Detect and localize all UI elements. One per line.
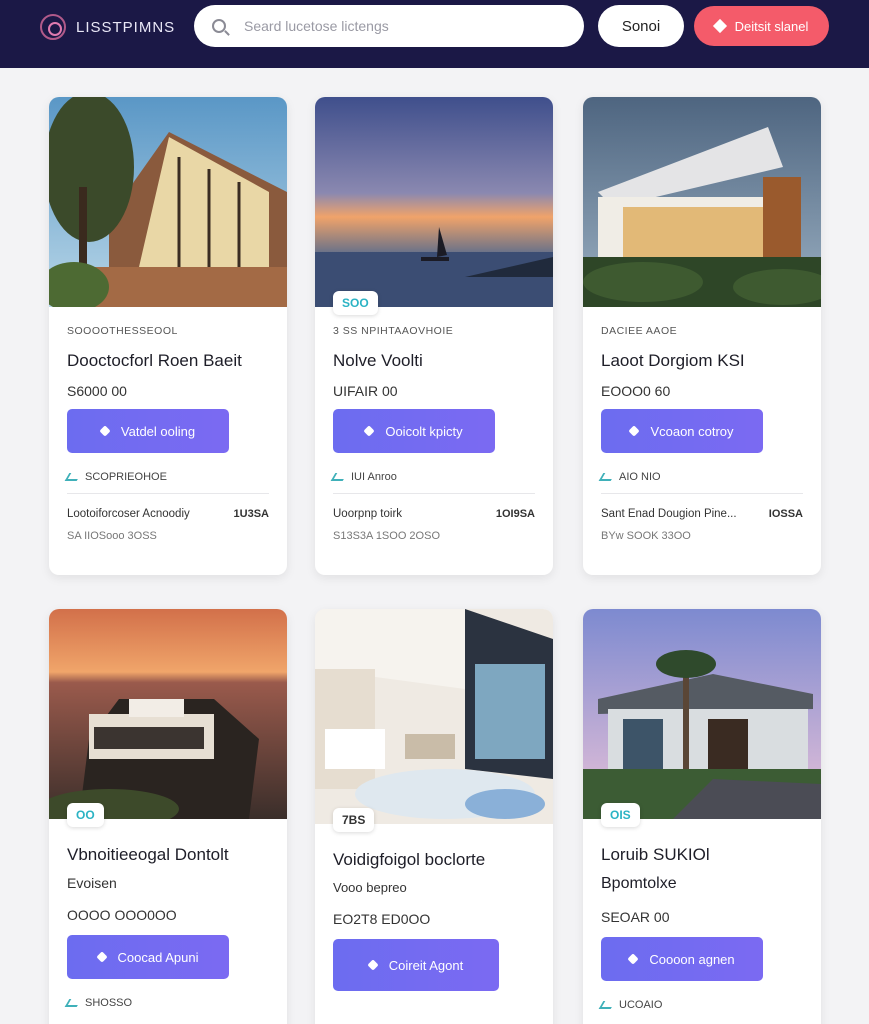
listing-price: UIFAIR 00	[333, 383, 398, 399]
listing-title: Dooctocforl Roen Baeit	[67, 351, 242, 370]
listing-card[interactable]: SOO 3 SS NPIHTAAOVHOIE Nolve Voolti UIFA…	[315, 97, 553, 575]
listing-detail-row: Uoorpnp toirk 1OI9SA	[333, 508, 535, 520]
search-icon	[212, 19, 226, 33]
listing-category: DACIEE AAOE	[601, 325, 678, 337]
search-bar[interactable]	[194, 5, 584, 47]
top-navigation-bar: LISSTPIMNS Sonoi Deitsit slanel	[0, 0, 869, 68]
diamond-icon	[712, 18, 727, 34]
listing-image-sailboat[interactable]: SOO	[315, 97, 553, 315]
listing-image-modern-house[interactable]	[583, 97, 821, 307]
listing-title: Vbnoitieeogal Dontolt	[67, 845, 229, 864]
listing-subtitle: Bpomtolxe	[601, 875, 677, 892]
listing-category: SOOOOTHESSEOOL	[67, 325, 178, 337]
phone-icon	[367, 959, 379, 971]
listing-image-interior[interactable]: 7BS	[315, 609, 553, 832]
listing-meta-text: IUI Anroo	[351, 471, 397, 483]
logo-icon	[40, 14, 66, 40]
contact-button[interactable]: Coireit Agont	[333, 939, 499, 991]
listing-badge: OO	[67, 803, 104, 827]
cta-button[interactable]: Deitsit slanel	[694, 6, 829, 46]
contact-button-label: Ooicolt kpicty	[385, 423, 463, 439]
detail-value: IOSSA	[768, 508, 803, 520]
listing-card[interactable]: 7BS Voidigfoigol boclorte Vooo bepreo EO…	[315, 609, 553, 1024]
listing-price: OOOO OOO0OO	[67, 907, 177, 923]
listing-meta-text: SHOSSO	[85, 997, 133, 1009]
listing-image-glass-house[interactable]	[49, 97, 287, 307]
listing-subtitle: Evoisen	[67, 875, 117, 891]
contact-button-label: Vcoaon cotroy	[650, 423, 734, 439]
listing-meta-text: SCOPRIEOHOE	[85, 471, 167, 483]
listing-meta-text: AIO NIO	[619, 471, 661, 483]
contact-button[interactable]: Vatdel ooling	[67, 409, 229, 453]
listing-price: EOOO0 60	[601, 383, 671, 399]
phone-icon	[99, 425, 111, 437]
listing-badge: SOO	[333, 291, 378, 315]
phone-icon	[363, 425, 376, 437]
listing-price: S6000 00	[67, 383, 127, 399]
listing-title: Voidigfoigol boclorte	[333, 850, 486, 869]
contact-button-label: Coireit Agont	[388, 957, 464, 973]
listing-subdetail: SA IIOSooo 3OSS	[67, 530, 157, 542]
listing-price: SEOAR 00	[601, 909, 670, 925]
listing-subdetail: BYw SOOK 33OO	[601, 530, 691, 542]
trend-icon	[598, 1001, 616, 1009]
detail-label: Uoorpnp toirk	[333, 508, 403, 520]
contact-button-label: Coocad Apuni	[117, 949, 199, 965]
listing-category: 3 SS NPIHTAAOVHOIE	[333, 325, 454, 337]
divider	[67, 493, 269, 494]
listing-title: Nolve Voolti	[333, 351, 423, 370]
listing-card[interactable]: OO Vbnoitieeogal Dontolt Evoisen OOOO OO…	[49, 609, 287, 1024]
phone-icon	[95, 951, 108, 963]
listing-subdetail: S13S3A 1SOO 2OSO	[333, 530, 441, 542]
phone-icon	[627, 953, 640, 965]
trend-icon	[64, 999, 82, 1007]
listing-title: Loruib SUKIOl	[601, 845, 710, 864]
contact-button[interactable]: Ooicolt kpicty	[333, 409, 495, 453]
listing-meta-text: UCOAIO	[619, 999, 663, 1011]
contact-button-label: Vatdel ooling	[120, 423, 196, 439]
listing-meta: SCOPRIEOHOE	[64, 471, 269, 483]
listing-card[interactable]: SOOOOTHESSEOOL Dooctocforl Roen Baeit S6…	[49, 97, 287, 575]
contact-button[interactable]: Vcoaon cotroy	[601, 409, 763, 453]
contact-button-label: Coooon agnen	[649, 951, 735, 967]
trend-icon	[598, 473, 616, 481]
phone-icon	[628, 425, 641, 437]
listing-meta: IUI Anroo	[330, 471, 535, 483]
listing-image-palm-house[interactable]: OIS	[583, 609, 821, 827]
logo[interactable]: LISSTPIMNS	[40, 14, 175, 40]
cta-button-label: Deitsit slanel	[734, 18, 809, 34]
listing-detail-row: Sant Enad Dougion Pine... IOSSA	[601, 508, 803, 520]
detail-value: 1U3SA	[233, 508, 269, 520]
listing-detail-row: Lootoiforcoser Acnoodiy 1U3SA	[67, 508, 269, 520]
listing-badge: 7BS	[333, 808, 375, 832]
listing-meta: UCOAIO	[598, 999, 803, 1011]
listing-meta: AIO NIO	[598, 471, 803, 483]
listing-subtitle: Vooo bepreo	[333, 880, 407, 895]
listing-image-cliff-house[interactable]: OO	[49, 609, 287, 827]
divider	[333, 493, 535, 494]
detail-label: Lootoiforcoser Acnoodiy	[67, 508, 190, 520]
listing-badge: OIS	[601, 803, 640, 827]
search-button[interactable]: Sonoi	[598, 5, 684, 47]
listing-card[interactable]: OIS Loruib SUKIOl Bpomtolxe SEOAR 00 Coo…	[583, 609, 821, 1024]
trend-icon	[330, 473, 348, 481]
listing-price: EO2T8 ED0OO	[333, 911, 431, 927]
listing-card[interactable]: DACIEE AAOE Laoot Dorgiom KSI EOOO0 60 V…	[583, 97, 821, 575]
detail-value: 1OI9SA	[495, 508, 535, 520]
detail-label: Sant Enad Dougion Pine...	[601, 508, 737, 520]
contact-button[interactable]: Coooon agnen	[601, 937, 763, 981]
listing-title: Laoot Dorgiom KSI	[601, 351, 745, 370]
divider	[601, 493, 803, 494]
listing-meta: SHOSSO	[64, 997, 269, 1009]
trend-icon	[64, 473, 82, 481]
contact-button[interactable]: Coocad Apuni	[67, 935, 229, 979]
logo-text: LISSTPIMNS	[76, 18, 176, 36]
search-input[interactable]	[244, 18, 564, 34]
